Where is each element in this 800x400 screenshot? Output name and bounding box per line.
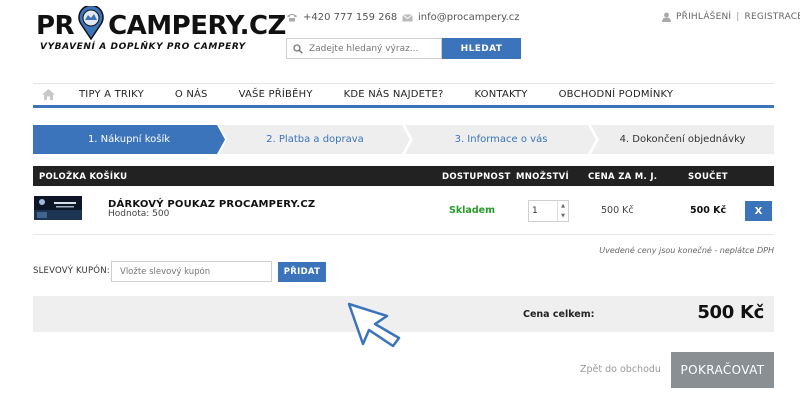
main-nav: TIPY A TRIKY O NÁS VAŠE PŘÍBĚHY KDE NÁS … — [33, 83, 774, 105]
search-icon — [293, 43, 303, 54]
col-quantity: MNOŽSTVÍ — [516, 172, 570, 182]
envelope-icon — [402, 13, 413, 21]
step-info-label: 3. Informace o vás — [454, 134, 548, 145]
quantity-up-arrow-icon[interactable]: ▲ — [558, 201, 568, 211]
register-link[interactable]: REGISTRACE — [745, 12, 800, 22]
search-bar: HLEDAT — [286, 38, 521, 59]
step-payment-label: 2. Platba a doprava — [266, 134, 364, 145]
site-logo[interactable]: PR CAMPERY.CZ VYBAVENÍ A DOPLŇKY PRO CAMP… — [36, 6, 286, 58]
unit-price: 500 Kč — [601, 205, 634, 216]
add-coupon-button[interactable]: PŘIDAT — [278, 262, 326, 282]
email-contact[interactable]: info@procampery.cz — [402, 12, 520, 23]
vat-note: Uvedené ceny jsou konečné - neplátce DPH — [599, 246, 774, 255]
step-cart[interactable]: 1. Nákupní košík — [33, 125, 225, 154]
logo-text-suffix: CAMPERY.CZ — [108, 11, 286, 41]
home-icon — [41, 89, 55, 100]
map-pin-logo-icon — [78, 6, 104, 40]
product-image — [34, 196, 82, 220]
auth-separator: | — [736, 12, 740, 22]
coupon-input[interactable] — [111, 261, 272, 282]
availability-status: Skladem — [449, 205, 495, 216]
cart-row: DÁRKOVÝ POUKAZ PROCAMPERY.CZ Hodnota: 50… — [33, 186, 774, 235]
user-icon — [662, 12, 671, 22]
login-link[interactable]: PŘIHLÁŠENÍ — [676, 12, 731, 22]
logo-text-prefix: PR — [36, 11, 75, 41]
step-finish-label: 4. Dokončení objednávky — [619, 134, 746, 145]
search-input[interactable] — [309, 43, 429, 54]
cursor-arrow-icon — [347, 302, 401, 348]
coupon-label: SLEVOVÝ KUPÓN: — [33, 266, 110, 276]
nav-item-terms[interactable]: OBCHODNÍ PODMÍNKY — [559, 89, 674, 100]
nav-item-contacts[interactable]: KONTAKTY — [474, 89, 527, 100]
search-field[interactable] — [286, 38, 442, 59]
step-payment[interactable]: 2. Platba a doprava — [219, 125, 411, 154]
product-value: Hodnota: 500 — [108, 209, 170, 219]
step-info[interactable]: 3. Informace o vás — [405, 125, 597, 154]
search-button[interactable]: HLEDAT — [442, 38, 521, 59]
checkout-steps: 1. Nákupní košík 2. Platba a doprava 3. … — [33, 125, 774, 154]
col-availability: DOSTUPNOST — [442, 172, 511, 182]
nav-underline — [33, 105, 774, 108]
step-cart-label: 1. Nákupní košík — [87, 134, 171, 145]
col-unit-price: CENA ZA M. J. — [588, 172, 658, 182]
nav-item-locations[interactable]: KDE NÁS NAJDETE? — [344, 89, 444, 100]
logo-wordmark: PR CAMPERY.CZ — [36, 6, 286, 41]
total-value: 500 Kč — [697, 302, 764, 323]
continue-button[interactable]: POKRAČOVAT — [671, 352, 774, 388]
logo-tagline: VYBAVENÍ A DOPLŇKY PRO CAMPERY — [40, 42, 246, 52]
auth-links: PŘIHLÁŠENÍ | REGISTRACE — [662, 12, 800, 22]
cart-table-header: POLOŽKA KOŠÍKU DOSTUPNOST MNOŽSTVÍ CENA … — [33, 166, 774, 186]
quantity-stepper: ▲ ▼ — [528, 200, 569, 222]
nav-item-tips[interactable]: TIPY A TRIKY — [79, 89, 144, 100]
back-to-shop-link[interactable]: Zpět do obchodu — [580, 364, 661, 375]
phone-icon — [287, 14, 297, 22]
col-item: POLOŽKA KOŠÍKU — [39, 172, 128, 182]
nav-item-about[interactable]: O NÁS — [175, 89, 208, 100]
remove-item-button[interactable]: X — [745, 201, 772, 221]
quantity-down-arrow-icon[interactable]: ▼ — [558, 211, 568, 221]
product-thumbnail[interactable] — [34, 196, 82, 220]
quantity-arrows: ▲ ▼ — [557, 201, 568, 221]
total-label: Cena celkem: — [523, 309, 595, 320]
nav-home[interactable] — [33, 89, 63, 100]
email-address: info@procampery.cz — [418, 12, 520, 23]
quantity-input[interactable] — [529, 201, 557, 221]
row-total: 500 Kč — [690, 205, 727, 216]
phone-contact[interactable]: +420 777 159 268 — [286, 12, 397, 23]
step-finish[interactable]: 4. Dokončení objednávky — [591, 125, 774, 154]
col-sum: SOUČET — [688, 172, 728, 182]
phone-number: +420 777 159 268 — [303, 12, 398, 23]
nav-item-stories[interactable]: VAŠE PŘÍBĚHY — [239, 89, 313, 100]
